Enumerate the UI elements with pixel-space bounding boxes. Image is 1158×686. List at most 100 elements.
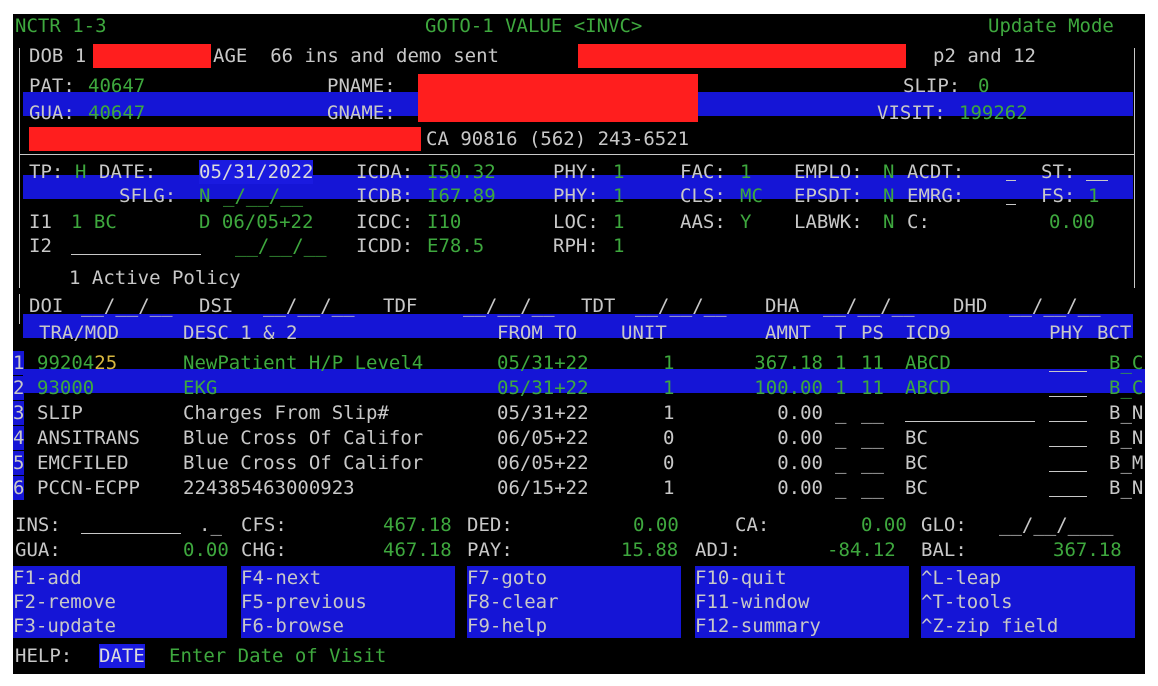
phy-field[interactable]	[1049, 496, 1087, 497]
icd9-pointer[interactable]: ABCD	[905, 351, 951, 375]
type-code[interactable]: _	[835, 426, 846, 450]
fkey-f3-update[interactable]: F3-update	[13, 614, 227, 638]
fkey-f11-window[interactable]: F11-window	[695, 590, 909, 614]
table-row[interactable]: 2 93000 EKG 05/31+22 1 100.00 1 11 ABCD B_C	[13, 376, 1145, 400]
i2-field[interactable]	[71, 254, 201, 255]
units[interactable]: 1	[663, 401, 674, 425]
icd9-pointer[interactable]: BC	[905, 476, 928, 500]
icd9-pointer[interactable]: ABCD	[905, 376, 951, 400]
phy-field[interactable]	[1049, 471, 1087, 472]
sflg-value[interactable]: N	[199, 184, 210, 208]
bct-code[interactable]: B_N	[1109, 426, 1143, 450]
phy-field[interactable]	[1049, 371, 1087, 372]
fkey-f5-previous[interactable]: F5-previous	[241, 590, 455, 614]
gua-value[interactable]: 40647	[88, 101, 145, 125]
icdc-value[interactable]: I10	[427, 210, 461, 234]
fkey-f12-summary[interactable]: F12-summary	[695, 614, 909, 638]
phy-value-2[interactable]: 1	[613, 184, 624, 208]
i2-date-field[interactable]: __/__/__	[235, 234, 327, 258]
place-of-service[interactable]: 11	[861, 351, 884, 375]
bct-code[interactable]: B_C	[1109, 351, 1143, 375]
phy-value-1[interactable]: 1	[613, 160, 624, 184]
amount[interactable]: 100.00	[754, 376, 823, 400]
fac-value[interactable]: 1	[740, 160, 751, 184]
units[interactable]: 0	[663, 426, 674, 450]
table-row[interactable]: 5 EMCFILED Blue Cross Of Califor 06/05+22 0 0…	[13, 451, 1145, 475]
procedure-code[interactable]: EMCFILED	[37, 451, 129, 475]
service-date[interactable]: 05/31+22	[497, 376, 589, 400]
place-of-service[interactable]: __	[861, 401, 884, 425]
amount[interactable]: 0.00	[777, 476, 823, 500]
tp-value[interactable]: H	[75, 160, 86, 184]
aas-value[interactable]: Y	[740, 210, 751, 234]
cls-value[interactable]: MC	[740, 184, 763, 208]
visit-value[interactable]: 199262	[959, 101, 1028, 125]
place-of-service[interactable]: __	[861, 451, 884, 475]
procedure-code[interactable]: PCCN-ECPP	[37, 476, 140, 500]
bct-code[interactable]: B_N	[1109, 476, 1143, 500]
service-date[interactable]: 06/05+22	[497, 426, 589, 450]
type-code[interactable]: _	[835, 451, 846, 475]
icd9-pointer[interactable]: BC	[905, 451, 928, 475]
labwk-value[interactable]: N	[883, 210, 894, 234]
i1-date[interactable]: D 06/05+22	[199, 210, 313, 234]
icdd-value[interactable]: E78.5	[427, 234, 484, 258]
emplo-value[interactable]: N	[883, 160, 894, 184]
fkey-f8-clear[interactable]: F8-clear	[467, 590, 681, 614]
i1-value[interactable]: 1 BC	[71, 210, 117, 234]
table-row[interactable]: 6 PCCN-ECPP 224385463000923 06/15+22 1 0.00 _ _…	[13, 476, 1145, 500]
fs-value[interactable]: 1	[1088, 184, 1099, 208]
phy-field[interactable]	[1049, 446, 1087, 447]
fkey-f1-add[interactable]: F1-add	[13, 566, 227, 590]
bct-code[interactable]: B_C	[1109, 376, 1143, 400]
amount[interactable]: 0.00	[777, 401, 823, 425]
amount[interactable]: 0.00	[777, 426, 823, 450]
tdf-field[interactable]: __/__/__	[463, 294, 555, 318]
dsi-field[interactable]: __/__/__	[263, 294, 355, 318]
place-of-service[interactable]: 11	[861, 376, 884, 400]
fkey-f10-quit[interactable]: F10-quit	[695, 566, 909, 590]
doi-field[interactable]: __/__/__	[81, 294, 173, 318]
sflg-date-field[interactable]: _/__/__	[223, 184, 303, 208]
service-date[interactable]: 05/31+22	[497, 401, 589, 425]
emrg-field[interactable]	[1006, 204, 1016, 205]
dhd-field[interactable]: __/__/__	[1009, 294, 1101, 318]
visit-date-input[interactable]: 05/31/2022	[199, 160, 314, 184]
procedure-code[interactable]: 99204	[37, 351, 94, 375]
pat-value[interactable]: 40647	[88, 74, 145, 98]
icda-value[interactable]: I50.32	[427, 160, 496, 184]
service-date[interactable]: 06/05+22	[497, 451, 589, 475]
fkey-f2-remove[interactable]: F2-remove	[13, 590, 227, 614]
c-value[interactable]: 0.00	[1049, 210, 1095, 234]
tdt-field[interactable]: __/__/__	[635, 294, 727, 318]
loc-value[interactable]: 1	[613, 210, 624, 234]
units[interactable]: 1	[663, 351, 674, 375]
place-of-service[interactable]: __	[861, 426, 884, 450]
procedure-code[interactable]: 93000	[37, 376, 94, 400]
epsdt-value[interactable]: N	[883, 184, 894, 208]
fkey-t-tools[interactable]: ^T-tools	[921, 590, 1135, 614]
bct-code[interactable]: B_M	[1109, 451, 1143, 475]
phy-field[interactable]	[1049, 396, 1087, 397]
units[interactable]: 1	[663, 476, 674, 500]
procedure-code[interactable]: ANSITRANS	[37, 426, 140, 450]
type-code[interactable]: _	[835, 401, 846, 425]
fkey-f7-goto[interactable]: F7-goto	[467, 566, 681, 590]
fkey-f6-browse[interactable]: F6-browse	[241, 614, 455, 638]
amount[interactable]: 367.18	[754, 351, 823, 375]
st-field[interactable]	[1086, 180, 1108, 181]
slip-value[interactable]: 0	[978, 74, 989, 98]
bct-code[interactable]: B_N	[1109, 401, 1143, 425]
fkey-f4-next[interactable]: F4-next	[241, 566, 455, 590]
table-row[interactable]: 3 SLIP Charges From Slip# 05/31+22 1 0.00 _ __ B…	[13, 401, 1145, 425]
amount[interactable]: 0.00	[777, 451, 823, 475]
icdb-value[interactable]: I67.89	[427, 184, 496, 208]
icd9-field[interactable]	[905, 421, 1035, 422]
procedure-code[interactable]: SLIP	[37, 401, 83, 425]
rph-value[interactable]: 1	[613, 234, 624, 258]
type-code[interactable]: _	[835, 476, 846, 500]
table-row[interactable]: 1 99204 25 NewPatient H/P Level4 05/31+22 1 36…	[13, 351, 1145, 375]
place-of-service[interactable]: __	[861, 476, 884, 500]
service-date[interactable]: 05/31+22	[497, 351, 589, 375]
units[interactable]: 1	[663, 376, 674, 400]
